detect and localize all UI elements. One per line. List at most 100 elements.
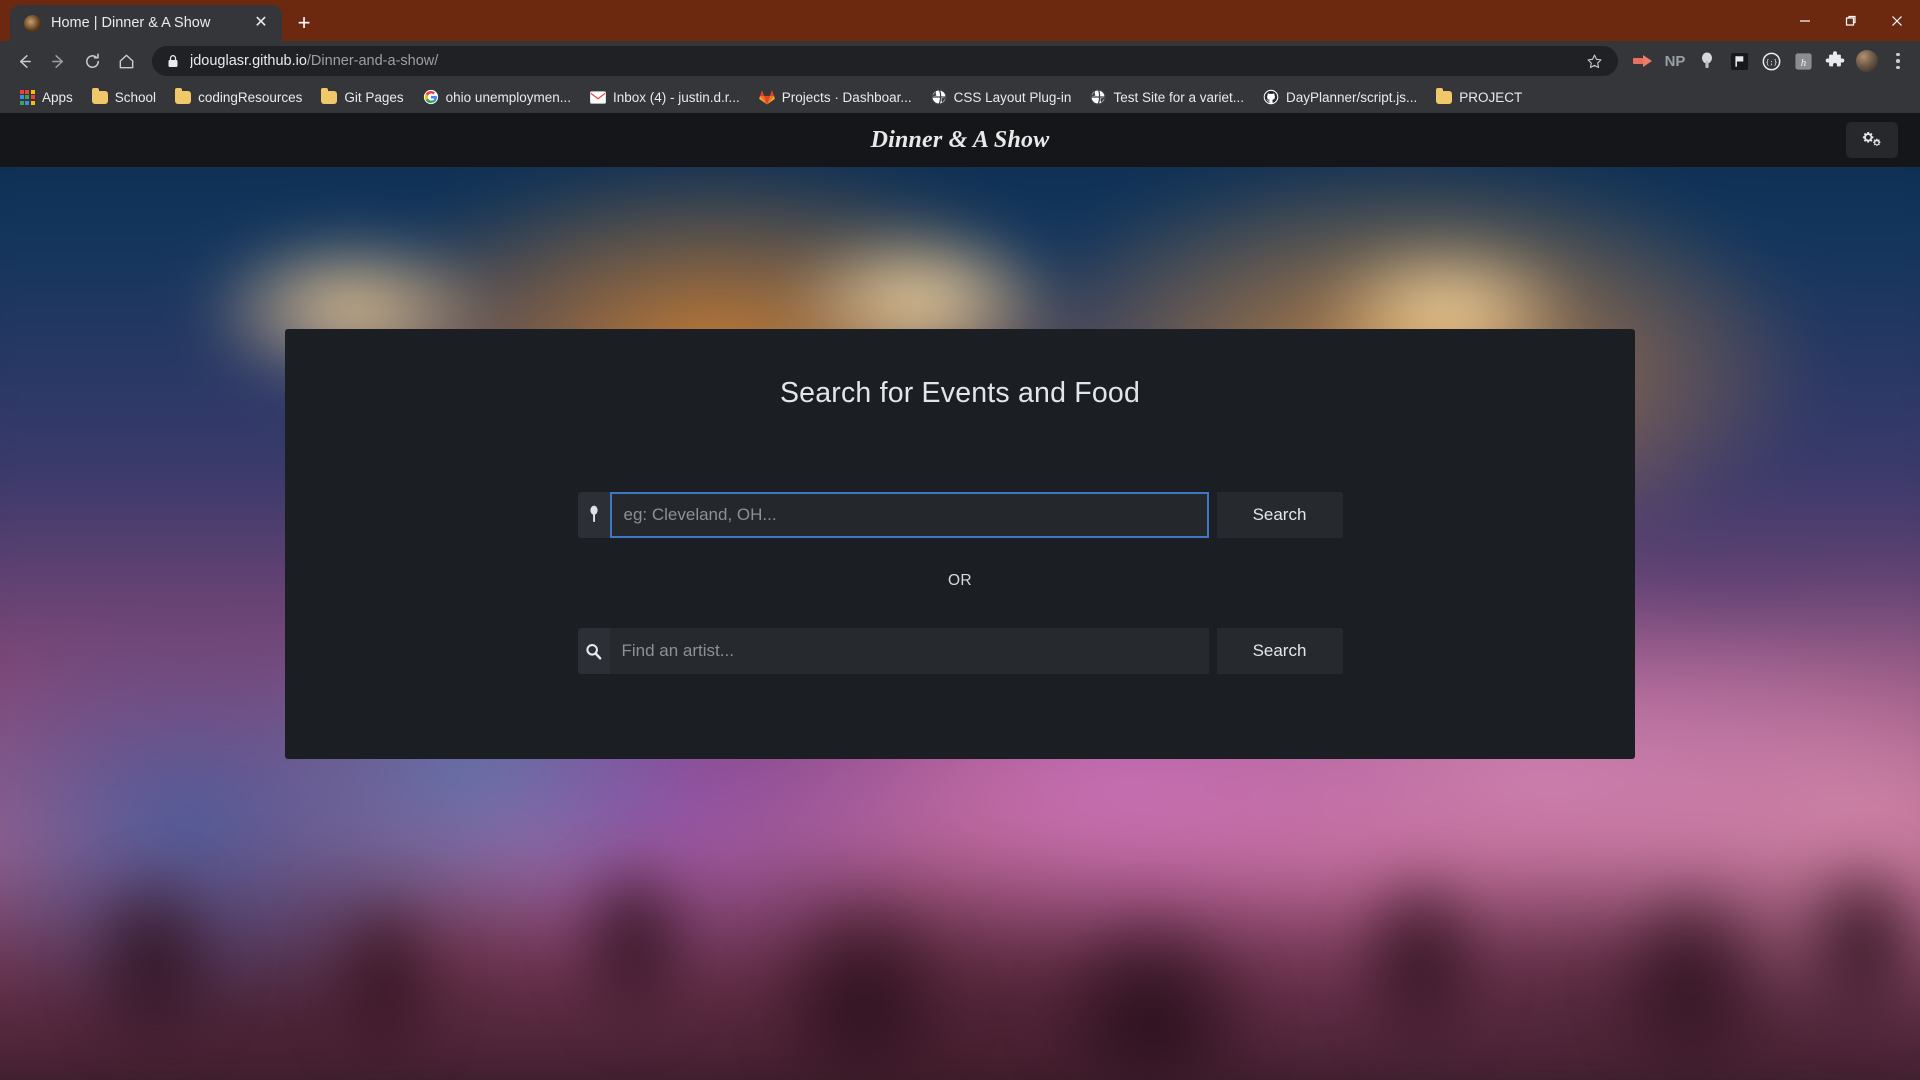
capsule-extension-icon[interactable] — [1692, 46, 1722, 76]
globe-icon — [1090, 89, 1107, 105]
url-domain: jdouglasr.github.io — [190, 53, 307, 69]
new-tab-button[interactable]: + — [288, 7, 320, 39]
address-bar[interactable]: jdouglasr.github.io/Dinner-and-a-show/ — [152, 46, 1618, 76]
bookmark-apps[interactable]: Apps — [10, 85, 82, 109]
gitlab-fox-icon — [759, 90, 775, 105]
home-button[interactable] — [110, 45, 142, 77]
settings-button[interactable] — [1846, 122, 1898, 158]
google-icon — [423, 89, 439, 105]
github-icon — [1263, 89, 1279, 105]
bookmark-label: School — [114, 89, 157, 105]
puzzle-extensions-icon[interactable] — [1820, 46, 1850, 76]
gitlab-icon — [759, 89, 775, 105]
close-icon — [1892, 15, 1902, 26]
bookmark-test-site[interactable]: Test Site for a variet... — [1081, 85, 1253, 109]
browser-tab[interactable]: Home | Dinner & A Show ✕ — [10, 5, 282, 41]
bookmark-css-layout-plugin[interactable]: CSS Layout Plug-in — [922, 85, 1081, 109]
avatar-image — [1856, 50, 1878, 72]
bookmark-dayplanner-script[interactable]: DayPlanner/script.js... — [1254, 85, 1426, 109]
bookmark-git-pages[interactable]: Git Pages — [312, 85, 412, 109]
search-card: Search for Events and Food Search OR — [285, 329, 1635, 759]
svg-text:{;}: {;} — [1765, 58, 1777, 66]
window-minimize-button[interactable] — [1782, 0, 1828, 41]
arrow-right-icon — [51, 54, 63, 68]
bookmarks-bar: Apps School codingResources Git Pages oh… — [0, 81, 1920, 113]
forward-button[interactable] — [42, 45, 74, 77]
bookmark-label: DayPlanner/script.js... — [1286, 89, 1418, 105]
address-bar-url: jdouglasr.github.io/Dinner-and-a-show/ — [190, 53, 1570, 69]
profile-avatar[interactable] — [1852, 46, 1882, 76]
location-search-button[interactable]: Search — [1216, 492, 1343, 538]
globe-circle-icon — [1090, 89, 1107, 105]
window-controls — [1782, 0, 1920, 41]
menu-dot — [1896, 65, 1900, 70]
search-card-heading: Search for Events and Food — [779, 377, 1141, 409]
search-divider-label: OR — [947, 572, 973, 589]
tab-strip: Home | Dinner & A Show ✕ + — [0, 0, 1920, 41]
magnifier-icon — [586, 643, 602, 660]
lock-icon — [168, 55, 178, 67]
tab-close-icon[interactable]: ✕ — [250, 12, 272, 34]
artist-search-input[interactable] — [609, 628, 1209, 674]
minimize-icon — [1800, 19, 1810, 22]
flag-icon — [1730, 52, 1748, 70]
three-dot-menu-icon[interactable] — [1884, 46, 1912, 76]
browser-window: Home | Dinner & A Show ✕ + jdouglasr.git… — [0, 0, 1920, 1080]
window-maximize-button[interactable] — [1828, 0, 1874, 41]
tab-title: Home | Dinner & A Show — [51, 15, 211, 31]
map-pin-icon — [589, 505, 598, 522]
pocket-extension-icon[interactable] — [1628, 46, 1658, 76]
flag-extension-icon[interactable] — [1724, 46, 1754, 76]
arrow-left-icon — [19, 54, 31, 68]
search-icon — [577, 628, 610, 674]
github-octocat-icon — [1263, 89, 1279, 105]
maximize-icon — [1845, 15, 1856, 26]
back-button[interactable] — [8, 45, 40, 77]
menu-dot — [1896, 52, 1900, 57]
apps-grid-icon — [19, 89, 35, 105]
bookmark-project[interactable]: PROJECT — [1427, 85, 1531, 109]
globe-circle-icon — [930, 89, 947, 105]
google-g-icon — [423, 89, 438, 105]
honey-extension-icon[interactable]: h — [1788, 46, 1818, 76]
bookmark-school[interactable]: School — [83, 85, 165, 109]
bookmark-label: CSS Layout Plug-in — [953, 89, 1072, 105]
folder-icon — [1436, 87, 1453, 105]
folder-icon — [175, 87, 192, 105]
bookmark-label: Projects · Dashboar... — [781, 89, 912, 105]
tab-favicon-icon — [24, 14, 41, 32]
window-close-button[interactable] — [1874, 0, 1920, 41]
bookmark-label: Test Site for a variet... — [1113, 89, 1244, 105]
location-search-row: Search — [577, 492, 1343, 538]
page-title: Dinner & A Show — [870, 126, 1050, 153]
site-header: Dinner & A Show — [0, 113, 1920, 167]
artist-search-button[interactable]: Search — [1216, 628, 1343, 674]
folder-icon — [321, 87, 338, 105]
location-search-input[interactable] — [609, 492, 1209, 538]
bookmark-projects-dashboard[interactable]: Projects · Dashboar... — [750, 85, 921, 109]
reload-button[interactable] — [76, 45, 108, 77]
pocket-arrow-icon — [1633, 55, 1652, 67]
bookmark-label: codingResources — [198, 89, 303, 105]
bookmark-ohio-unemployment[interactable]: ohio unemploymen... — [414, 85, 580, 109]
bookmark-codingresources[interactable]: codingResources — [166, 85, 311, 109]
cogs-icon — [1862, 132, 1881, 146]
puzzle-piece-icon — [1825, 51, 1845, 67]
np-extension-icon[interactable]: NP — [1660, 46, 1690, 76]
np-extension-label: NP — [1664, 52, 1686, 70]
bookmark-label: ohio unemploymen... — [445, 89, 571, 105]
bookmark-inbox[interactable]: Inbox (4) - justin.d.r... — [581, 85, 749, 109]
folder-icon — [91, 87, 108, 105]
capsule-icon — [1702, 52, 1712, 68]
bracket-circle-icon: {;} — [1762, 52, 1780, 70]
bookmark-star-icon[interactable] — [1580, 47, 1608, 75]
menu-dot — [1896, 59, 1900, 63]
page-viewport: Dinner & A Show Search for Events and Fo… — [0, 113, 1920, 1080]
artist-search-row: Search — [577, 628, 1343, 674]
bookmark-label: PROJECT — [1459, 89, 1523, 105]
gmail-envelope-icon — [589, 90, 606, 104]
bracket-extension-icon[interactable]: {;} — [1756, 46, 1786, 76]
home-icon — [119, 54, 133, 68]
map-marker-icon — [577, 492, 610, 538]
browser-toolbar: jdouglasr.github.io/Dinner-and-a-show/ N… — [0, 41, 1920, 81]
